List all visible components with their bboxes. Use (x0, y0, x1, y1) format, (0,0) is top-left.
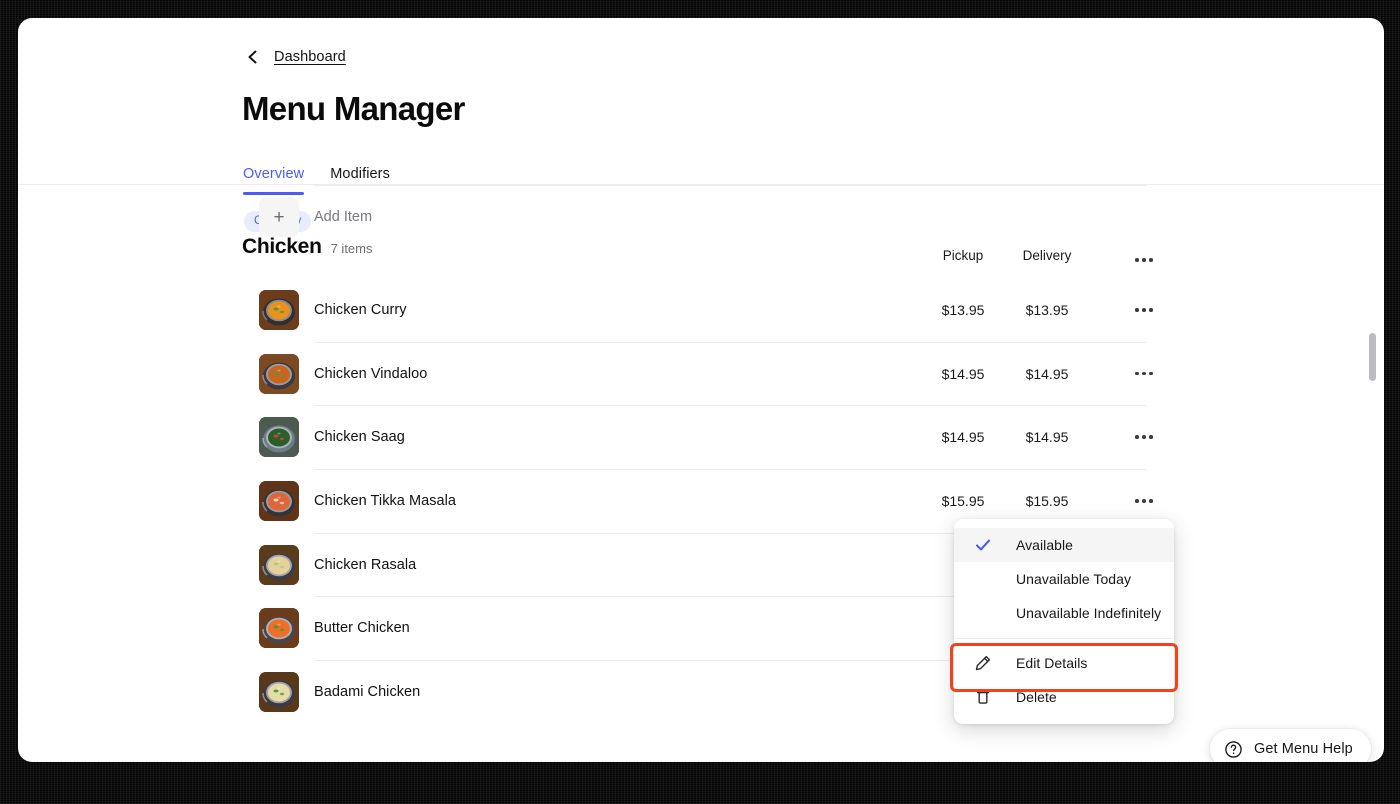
table-row[interactable]: Chicken Tikka Masala $15.95 $15.95 (18, 469, 1384, 533)
table-row[interactable]: Butter Chicken$ (18, 596, 1384, 660)
item-name: Chicken Vindaloo (314, 365, 428, 382)
item-more-options-icon[interactable] (1118, 490, 1170, 512)
menu-item-list: Chicken Curry $13.95 $13.95 Chicken Vindal… (18, 278, 1384, 724)
item-thumbnail (259, 417, 299, 458)
category-more-options-icon[interactable] (1118, 251, 1170, 269)
table-row[interactable]: Chicken Curry $13.95 $13.95 (18, 278, 1384, 342)
get-menu-help-label: Get Menu Help (1254, 741, 1353, 757)
breadcrumb[interactable]: Dashboard (244, 48, 346, 66)
page-title: Menu Manager (242, 90, 465, 127)
item-delivery-price: $14.95 (1025, 365, 1069, 382)
breadcrumb-dashboard-link[interactable]: Dashboard (274, 49, 346, 65)
item-name: Chicken Tikka Masala (314, 492, 457, 509)
item-delivery-price: $14.95 (1025, 429, 1069, 446)
item-more-options-icon[interactable] (1118, 299, 1170, 321)
menu-item-label: Unavailable Indefinitely (1016, 605, 1162, 621)
item-delivery-price: $15.95 (1025, 492, 1069, 509)
menu-item-available[interactable]: Available (954, 528, 1174, 562)
item-name: Chicken Curry (314, 301, 407, 318)
item-pickup-price: $15.95 (941, 492, 985, 509)
menu-content-area: Category Chicken 7 items Pickup Delivery… (18, 185, 1384, 762)
item-name: Badami Chicken (314, 683, 421, 700)
item-thumbnail (259, 544, 299, 585)
item-delivery-price: $13.95 (1025, 301, 1069, 318)
menu-item-label: Delete (1016, 689, 1057, 705)
scrollbar-track[interactable] (1368, 185, 1376, 762)
get-menu-help-button[interactable]: Get Menu Help (1210, 729, 1371, 762)
item-more-options-icon[interactable] (1118, 363, 1170, 385)
item-more-options-icon[interactable] (1118, 426, 1170, 448)
pencil-icon (974, 654, 992, 672)
table-row[interactable]: Chicken Saag $14.95 $14.95 (18, 405, 1384, 469)
table-row[interactable]: Chicken Vindaloo $14.95 $14.95 (18, 341, 1384, 406)
chevron-left-icon[interactable] (244, 48, 262, 66)
item-name: Butter Chicken (314, 620, 410, 637)
menu-item-label: Edit Details (1016, 655, 1088, 671)
add-item-label: Add Item (314, 209, 373, 225)
add-item-row[interactable]: + Add Item (18, 185, 1384, 249)
trash-icon (974, 688, 992, 706)
menu-item-label: Available (1016, 537, 1074, 553)
item-context-menu: Available Unavailable Today Unavailable … (954, 519, 1174, 724)
menu-item-unavailable-today[interactable]: Unavailable Today (954, 562, 1174, 596)
column-header-pickup: Pickup (942, 248, 984, 263)
menu-item-edit-details[interactable]: Edit Details (954, 646, 1174, 680)
column-header-delivery: Delivery (1022, 248, 1072, 263)
table-row[interactable]: Chicken Rasala$ (18, 532, 1384, 597)
item-pickup-price: $14.95 (941, 365, 985, 382)
question-circle-icon (1224, 740, 1243, 759)
menu-item-delete[interactable]: Delete (954, 680, 1174, 714)
item-name: Chicken Rasala (314, 556, 417, 573)
item-pickup-price: $13.95 (941, 301, 985, 318)
menu-divider (954, 638, 1174, 639)
check-icon (974, 536, 992, 554)
item-thumbnail (259, 353, 299, 394)
scrollbar-thumb[interactable] (1369, 333, 1376, 381)
menu-item-unavailable-indefinitely[interactable]: Unavailable Indefinitely (954, 596, 1174, 630)
item-pickup-price: $14.95 (941, 429, 985, 446)
item-thumbnail (259, 480, 299, 521)
menu-item-label: Unavailable Today (1016, 571, 1132, 587)
item-name: Chicken Saag (314, 429, 405, 446)
table-row[interactable]: Badami Chicken$ (18, 660, 1384, 724)
menu-manager-window: Dashboard Menu Manager Overview Modifier… (18, 18, 1384, 762)
item-thumbnail (259, 671, 299, 712)
item-thumbnail (259, 608, 299, 649)
plus-icon[interactable]: + (259, 197, 299, 237)
item-thumbnail (259, 289, 299, 330)
